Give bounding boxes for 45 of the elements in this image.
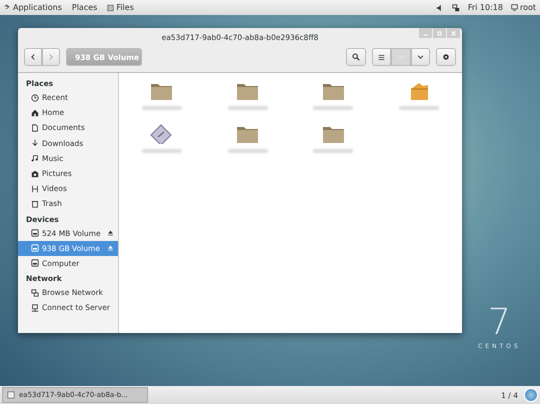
user-menu[interactable]: root [520, 3, 536, 12]
clock: Fri 10:18 [468, 3, 503, 12]
app-name: Files [116, 3, 134, 12]
right-chevron-icon [48, 53, 54, 61]
back-button[interactable] [24, 48, 42, 66]
folder-icon [322, 124, 345, 144]
folder-icon [322, 81, 345, 101]
settings-icon [442, 53, 450, 61]
network-icon [452, 4, 460, 12]
network-icon [31, 288, 39, 297]
folder-icon [150, 81, 174, 101]
close-icon [451, 30, 456, 36]
maximize-icon [437, 30, 442, 36]
drive-icon [31, 259, 39, 268]
camera-icon [31, 170, 39, 178]
trash-icon [31, 200, 39, 208]
search-icon [352, 53, 360, 61]
clock-icon [31, 94, 39, 102]
app-menu[interactable]: Files [107, 3, 134, 12]
menu-item[interactable]: Applications [13, 3, 62, 12]
drive-icon [31, 244, 39, 252]
minimize-button[interactable] [419, 28, 432, 38]
list-icon [378, 54, 385, 60]
script-file-icon [150, 124, 174, 144]
forward-button[interactable] [42, 48, 60, 66]
document-icon [31, 124, 39, 132]
caret-icon [417, 54, 424, 60]
close-button[interactable] [447, 28, 460, 38]
view-menu-button[interactable] [411, 48, 430, 66]
monitor-icon [31, 304, 39, 312]
drive-icon [31, 229, 39, 238]
notification-icon[interactable] [524, 388, 538, 402]
settings-button[interactable] [436, 48, 456, 66]
left-chevron-icon [30, 53, 36, 61]
music-note-icon [31, 154, 39, 162]
folder-icon [236, 81, 260, 101]
folder-icon [236, 124, 260, 144]
home-icon [31, 108, 39, 117]
list-view-button[interactable] [372, 48, 391, 66]
down-arrow-icon [31, 139, 39, 148]
logo-number: 7 [488, 305, 511, 341]
volume-icon [436, 4, 444, 12]
maximize-button[interactable] [433, 28, 446, 38]
menu-item[interactable]: Places [72, 3, 98, 12]
search-button[interactable] [346, 48, 366, 66]
